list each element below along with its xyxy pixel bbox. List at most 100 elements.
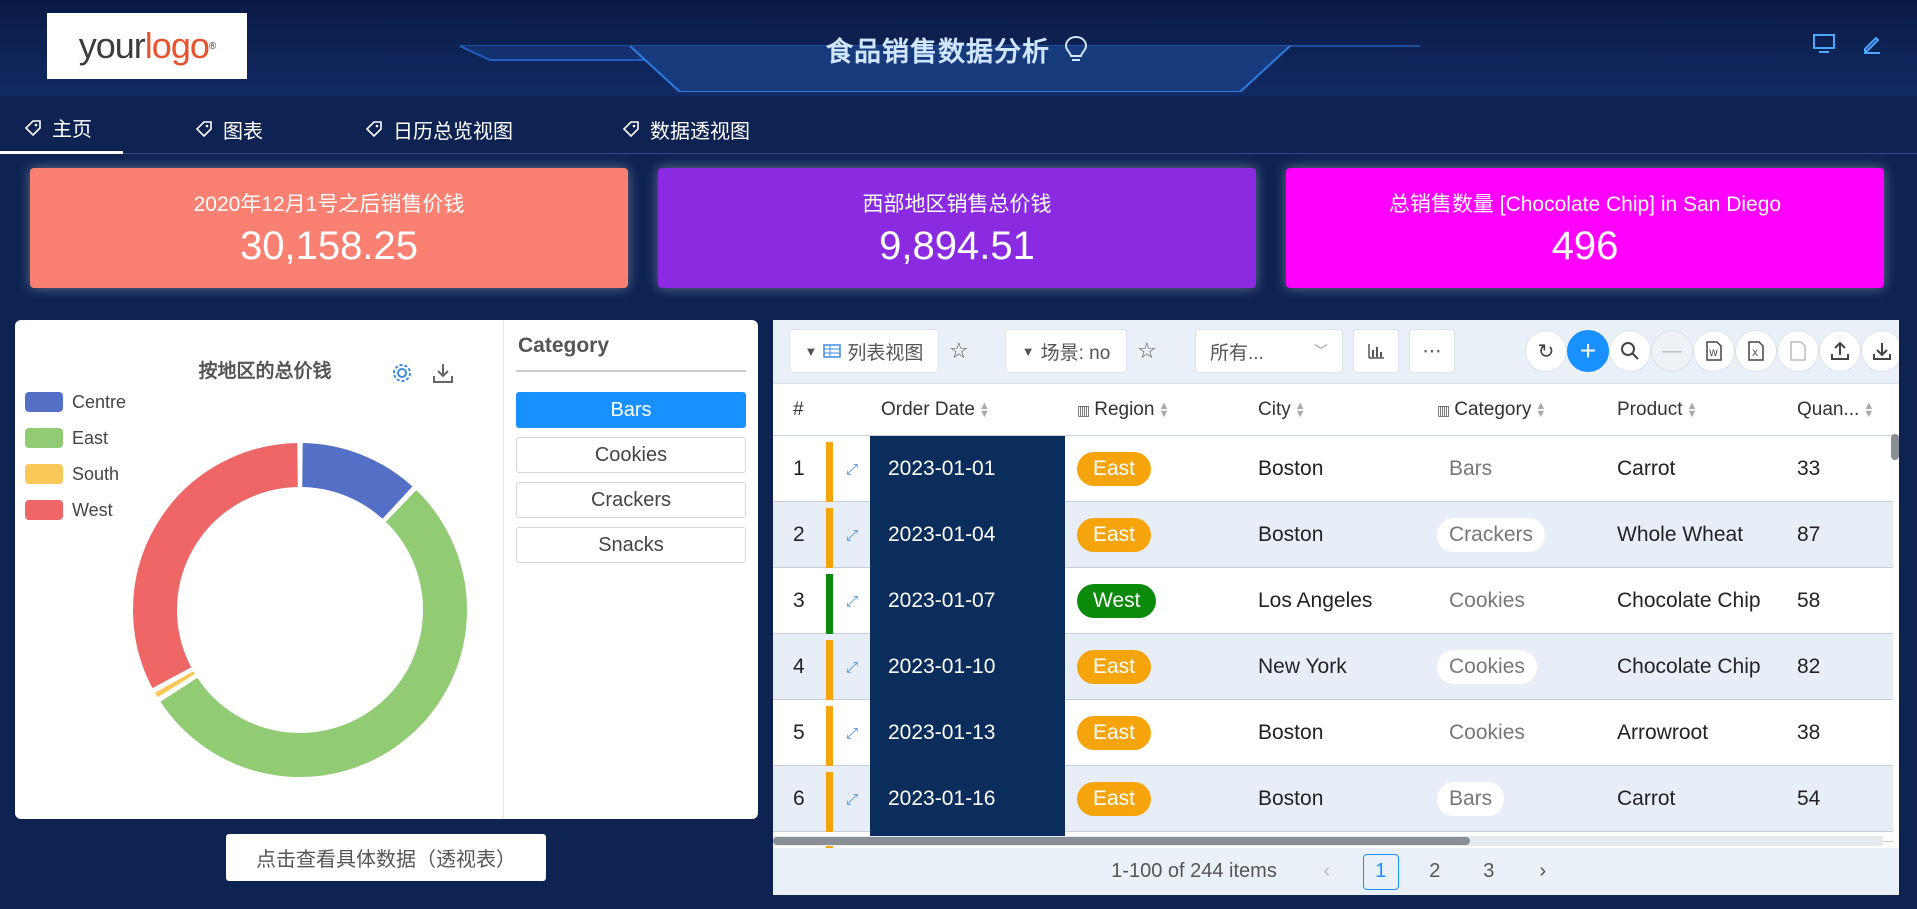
quantity-cell[interactable]: 33 <box>1797 436 1820 502</box>
sort-icon[interactable]: ▲ ▼ <box>1535 401 1546 420</box>
category-cell[interactable]: Bars <box>1437 766 1505 832</box>
filter-option-cookies[interactable]: Cookies <box>516 437 746 473</box>
quantity-cell[interactable]: 54 <box>1797 766 1820 832</box>
refresh-button[interactable]: ↻ <box>1525 330 1567 372</box>
more-button[interactable]: ⋯ <box>1409 329 1455 373</box>
filter-select[interactable]: 所有... ﹀ <box>1195 329 1343 373</box>
sort-icon[interactable]: ▲ ▼ <box>1686 401 1697 420</box>
quantity-cell[interactable]: 87 <box>1797 502 1820 568</box>
expand-icon[interactable]: ⤢ <box>837 568 867 634</box>
category-cell[interactable]: Bars <box>1437 436 1504 502</box>
order-date-cell[interactable]: 2023-01-04 <box>870 502 1065 568</box>
region-cell[interactable]: East <box>1077 634 1152 700</box>
order-date-cell[interactable]: 2023-01-13 <box>870 700 1065 766</box>
sort-icon[interactable]: ▲ ▼ <box>979 401 990 420</box>
lightbulb-icon[interactable] <box>1064 35 1088 65</box>
edit-icon[interactable] <box>1862 34 1882 60</box>
download-icon[interactable] <box>432 362 454 390</box>
category-cell[interactable]: Cookies <box>1437 700 1537 766</box>
expand-icon[interactable]: ⤢ <box>837 634 867 700</box>
chart-view-button[interactable] <box>1353 329 1399 373</box>
prev-page-icon[interactable]: ‹ <box>1309 854 1345 890</box>
add-button[interactable]: + <box>1567 330 1609 372</box>
table-row[interactable]: 2 ⤢ 2023-01-04 East Boston Crackers Whole Whea… <box>773 502 1893 568</box>
view-selector[interactable]: ▼ 列表视图 <box>789 329 939 373</box>
expand-icon[interactable]: ⤢ <box>837 700 867 766</box>
upload-button[interactable] <box>1819 330 1861 372</box>
scene-selector[interactable]: ▼ 场景: no <box>1005 329 1127 373</box>
region-cell[interactable]: East <box>1077 766 1152 832</box>
category-cell[interactable]: Cookies <box>1437 568 1537 634</box>
product-cell[interactable]: Carrot <box>1617 766 1675 832</box>
region-cell[interactable]: West <box>1077 568 1157 634</box>
region-cell[interactable]: East <box>1077 502 1152 568</box>
page-3-button[interactable]: 3 <box>1471 854 1507 890</box>
page-2-button[interactable]: 2 <box>1417 854 1453 890</box>
column-header-city[interactable]: City ▲ ▼ <box>1258 384 1306 436</box>
column-header-product[interactable]: Product ▲ ▼ <box>1617 384 1697 436</box>
column-header-region[interactable]: ▥ Region ▲ ▼ <box>1077 384 1169 436</box>
city-cell[interactable]: Boston <box>1258 700 1323 766</box>
filter-option-snacks[interactable]: Snacks <box>516 527 746 563</box>
column-header-quantity[interactable]: Quan... ▲ ▼ <box>1797 384 1874 436</box>
city-cell[interactable]: Los Angeles <box>1258 568 1372 634</box>
region-cell[interactable]: East <box>1077 700 1152 766</box>
donut-slice-west[interactable] <box>131 440 300 691</box>
page-1-button[interactable]: 1 <box>1362 853 1399 890</box>
remove-button[interactable]: — <box>1651 330 1693 372</box>
download-button[interactable] <box>1861 330 1899 372</box>
quantity-cell[interactable]: 82 <box>1797 634 1820 700</box>
quantity-cell[interactable]: 58 <box>1797 568 1820 634</box>
tab-calendar[interactable]: 日历总览视图 <box>293 104 546 154</box>
sort-icon[interactable]: ▲ ▼ <box>1158 401 1169 420</box>
expand-icon[interactable]: ⤢ <box>837 436 867 502</box>
table-row[interactable]: 4 ⤢ 2023-01-10 East New York Cookies Chocolate… <box>773 634 1893 700</box>
table-row[interactable]: 3 ⤢ 2023-01-07 West Los Angeles Cookies Chocol… <box>773 568 1893 634</box>
search-button[interactable] <box>1609 330 1651 372</box>
city-cell[interactable]: Boston <box>1258 502 1323 568</box>
tab-pivot[interactable]: 数据透视图 <box>546 104 786 154</box>
expand-icon[interactable]: ⤢ <box>837 766 867 832</box>
scrollbar-thumb[interactable] <box>773 837 1470 845</box>
city-cell[interactable]: New York <box>1258 634 1347 700</box>
order-date-cell[interactable]: 2023-01-01 <box>870 436 1065 502</box>
filter-option-crackers[interactable]: Crackers <box>516 482 746 518</box>
star-icon[interactable]: ☆ <box>949 338 969 364</box>
filter-option-bars[interactable]: Bars <box>516 392 746 428</box>
column-header-category[interactable]: ▥ Category ▲ ▼ <box>1437 384 1546 436</box>
product-cell[interactable]: Chocolate Chip <box>1617 568 1761 634</box>
product-cell[interactable]: Whole Wheat <box>1617 502 1743 568</box>
product-cell[interactable]: Arrowroot <box>1617 700 1708 766</box>
category-cell[interactable]: Cookies <box>1437 634 1537 700</box>
order-date-cell[interactable]: 2023-01-07 <box>870 568 1065 634</box>
product-cell[interactable]: Carrot <box>1617 436 1675 502</box>
export-word-button[interactable]: W <box>1693 330 1735 372</box>
export-pdf-button[interactable] <box>1777 330 1819 372</box>
table-row[interactable]: 6 ⤢ 2023-01-16 East Boston Bars Carrot 54 <box>773 766 1893 832</box>
table-row[interactable]: 1 ⤢ 2023-01-01 East Boston Bars Carrot 33 <box>773 436 1893 502</box>
export-excel-button[interactable]: X <box>1735 330 1777 372</box>
quantity-cell[interactable]: 38 <box>1797 700 1820 766</box>
city-cell[interactable]: Boston <box>1258 436 1323 502</box>
vertical-scrollbar[interactable] <box>1891 434 1899 460</box>
tab-charts[interactable]: 图表 <box>123 104 293 154</box>
order-date-cell[interactable]: 2023-01-16 <box>870 766 1065 832</box>
next-page-icon[interactable]: › <box>1525 854 1561 890</box>
monitor-icon[interactable] <box>1813 34 1835 60</box>
column-header-order-date[interactable]: Order Date ▲ ▼ <box>881 384 990 436</box>
horizontal-scrollbar[interactable] <box>773 836 1883 846</box>
legend-item-centre[interactable]: Centre <box>25 384 126 420</box>
city-cell[interactable]: Boston <box>1258 766 1323 832</box>
product-cell[interactable]: Chocolate Chip <box>1617 634 1761 700</box>
category-cell[interactable]: Crackers <box>1437 502 1546 568</box>
pivot-view-button[interactable]: 点击查看具体数据（透视表） <box>226 834 546 881</box>
settings-icon[interactable] <box>391 362 413 390</box>
sort-icon[interactable]: ▲ ▼ <box>1863 401 1874 420</box>
table-row[interactable]: 5 ⤢ 2023-01-13 East Boston Cookies Arrowroot 38 <box>773 700 1893 766</box>
region-cell[interactable]: East <box>1077 436 1152 502</box>
star-icon[interactable]: ☆ <box>1137 338 1157 364</box>
sort-icon[interactable]: ▲ ▼ <box>1295 401 1306 420</box>
expand-icon[interactable]: ⤢ <box>837 502 867 568</box>
order-date-cell[interactable]: 2023-01-10 <box>870 634 1065 700</box>
tab-home[interactable]: 主页 <box>0 104 123 154</box>
